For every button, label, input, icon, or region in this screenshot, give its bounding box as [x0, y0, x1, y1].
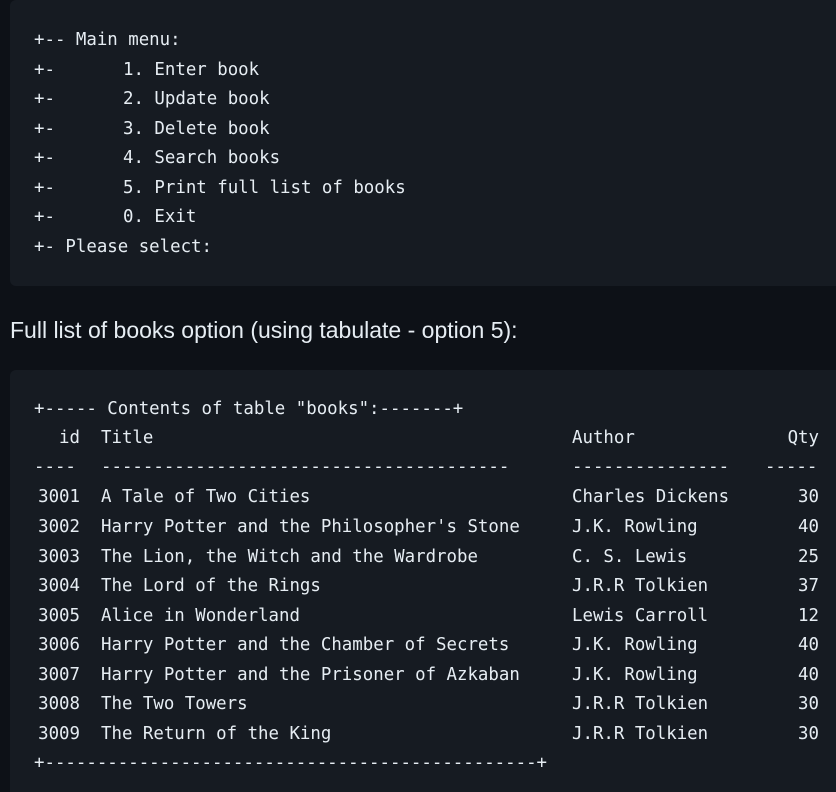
- cell-author: J.R.R Tolkien: [572, 576, 709, 596]
- cell-id: 3003: [38, 547, 80, 567]
- separator-qty: -----: [765, 457, 818, 477]
- cell-qty: 30: [798, 694, 819, 714]
- cell-qty: 40: [798, 665, 819, 685]
- cell-qty: 40: [798, 635, 819, 655]
- books-table-code-block: +----- Contents of table "books":-------…: [10, 370, 836, 792]
- menu-prefix: +-: [34, 148, 55, 168]
- cell-id: 3001: [38, 487, 80, 507]
- menu-prompt: +- Please select:: [34, 237, 212, 257]
- cell-author: J.R.R Tolkien: [572, 724, 709, 744]
- separator-author: ---------------: [572, 457, 730, 477]
- menu-prefix: +-: [34, 89, 55, 109]
- cell-title: Alice in Wonderland: [101, 606, 300, 626]
- cell-qty: 30: [798, 724, 819, 744]
- cell-id: 3008: [38, 694, 80, 714]
- table-top-border: +----- Contents of table "books":-------…: [34, 399, 464, 419]
- menu-item-search-books: 4. Search books: [123, 148, 281, 168]
- cell-author: J.K. Rowling: [572, 635, 698, 655]
- cell-title: The Lion, the Witch and the Wardrobe: [101, 547, 478, 567]
- header-id: id: [59, 428, 80, 448]
- cell-author: Charles Dickens: [572, 487, 730, 507]
- header-qty: Qty: [787, 428, 819, 448]
- cell-id: 3002: [38, 517, 80, 537]
- main-menu-code-block: +-- Main menu: +- 1. Enter book +- 2. Up…: [10, 0, 836, 286]
- cell-id: 3009: [38, 724, 80, 744]
- menu-prefix: +-: [34, 178, 55, 198]
- menu-item-update-book: 2. Update book: [123, 89, 270, 109]
- cell-title: The Return of the King: [101, 724, 332, 744]
- cell-author: C. S. Lewis: [572, 547, 688, 567]
- cell-title: A Tale of Two Cities: [101, 487, 311, 507]
- menu-item-exit: 0. Exit: [123, 207, 197, 227]
- separator-title: ---------------------------------------: [101, 457, 510, 477]
- cell-id: 3006: [38, 635, 80, 655]
- table-bottom-border: +---------------------------------------…: [34, 753, 548, 773]
- cell-title: Harry Potter and the Prisoner of Azkaban: [101, 665, 520, 685]
- cell-qty: 12: [798, 606, 819, 626]
- cell-author: J.K. Rowling: [572, 517, 698, 537]
- menu-item-print-list: 5. Print full list of books: [123, 178, 406, 198]
- menu-prefix: +-: [34, 207, 55, 227]
- menu-prefix: +-: [34, 119, 55, 139]
- separator-id: ----: [34, 457, 76, 477]
- menu-item-enter-book: 1. Enter book: [123, 60, 260, 80]
- cell-qty: 25: [798, 547, 819, 567]
- cell-title: The Two Towers: [101, 694, 248, 714]
- cell-id: 3004: [38, 576, 80, 596]
- menu-prefix: +-: [34, 60, 55, 80]
- cell-author: Lewis Carroll: [572, 606, 709, 626]
- cell-qty: 40: [798, 517, 819, 537]
- header-author: Author: [572, 428, 635, 448]
- menu-item-delete-book: 3. Delete book: [123, 119, 270, 139]
- header-title: Title: [101, 428, 154, 448]
- section-caption: Full list of books option (using tabulat…: [10, 317, 518, 343]
- cell-qty: 37: [798, 576, 819, 596]
- menu-header: +-- Main menu:: [34, 30, 181, 50]
- cell-title: Harry Potter and the Philosopher's Stone: [101, 517, 520, 537]
- cell-id: 3005: [38, 606, 80, 626]
- cell-title: Harry Potter and the Chamber of Secrets: [101, 635, 510, 655]
- cell-author: J.K. Rowling: [572, 665, 698, 685]
- cell-author: J.R.R Tolkien: [572, 694, 709, 714]
- cell-qty: 30: [798, 487, 819, 507]
- cell-title: The Lord of the Rings: [101, 576, 321, 596]
- cell-id: 3007: [38, 665, 80, 685]
